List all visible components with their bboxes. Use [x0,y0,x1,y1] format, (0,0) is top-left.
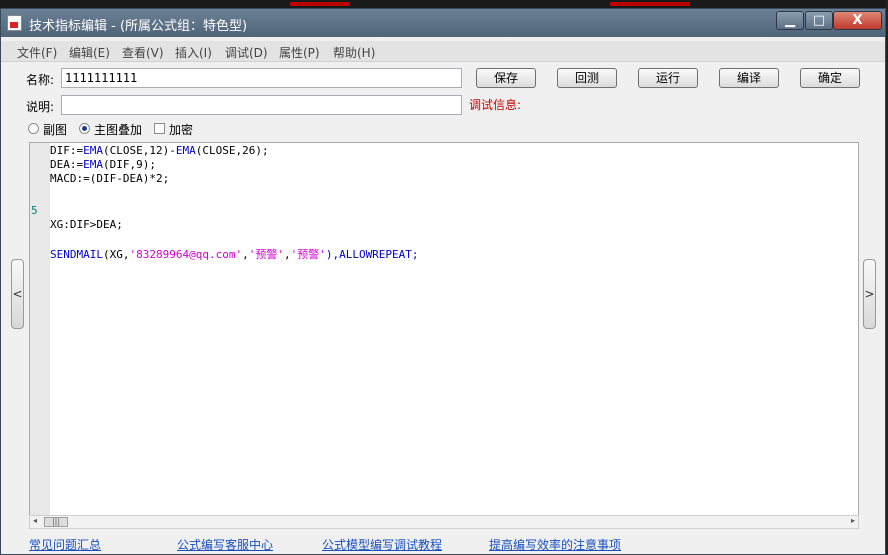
faq-link[interactable]: 常见问题汇总 [29,536,101,553]
debug-info-label: 调试信息: [469,98,522,112]
run-button[interactable]: 运行 [638,68,698,88]
code-line: DEA:=EMA(DIF,9); [50,158,156,171]
background-red-text [290,2,350,6]
close-button[interactable]: X [833,11,882,30]
compile-button[interactable]: 编译 [719,68,779,88]
name-label: 名称: [26,73,55,87]
expand-right-icon[interactable]: > [863,259,876,329]
code-line: XG:DIF>DEA; [50,218,123,231]
code-line: DIF:=EMA(CLOSE,12)-EMA(CLOSE,26); [50,144,269,157]
line-gutter [30,143,50,527]
line-number: 5 [31,204,38,217]
code-line: MACD:=(DIF-DEA)*2; [50,172,170,185]
description-label: 说明: [26,100,55,114]
tutorial-link[interactable]: 公式模型编写调试教程 [322,536,442,553]
encrypt-label[interactable]: 加密 [169,121,193,138]
menu-debug[interactable]: 调试(D) [225,44,268,61]
save-button[interactable]: 保存 [476,68,536,88]
menu-bar: 文件(F) 编辑(E) 查看(V) 插入(I) 调试(D) 属性(P) 帮助(H… [1,41,885,62]
scroll-left-arrow-icon[interactable]: ◂ [33,516,37,525]
menu-file[interactable]: 文件(F) [17,44,57,61]
main-overlay-label[interactable]: 主图叠加 [94,121,142,138]
scroll-right-arrow-icon[interactable]: ▸ [851,516,855,525]
sub-chart-label[interactable]: 副图 [43,121,67,138]
description-input[interactable] [61,95,462,115]
menu-view[interactable]: 查看(V) [122,44,164,61]
efficiency-tips-link[interactable]: 提高编写效率的注意事项 [489,536,621,553]
menu-help[interactable]: 帮助(H) [333,44,375,61]
menu-insert[interactable]: 插入(I) [175,44,212,61]
horizontal-scrollbar[interactable]: ◂ ||| ▸ [29,515,859,529]
background-red-text [610,2,690,6]
code-line: SENDMAIL(XG,'83289964@qq.com','预警','预警')… [50,248,419,261]
support-center-link[interactable]: 公式编写客服中心 [177,536,273,553]
ok-button[interactable]: 确定 [800,68,860,88]
background-app-strip [0,0,888,8]
name-input[interactable]: 1111111111 [61,68,462,88]
encrypt-checkbox[interactable] [154,123,165,134]
title-bar[interactable]: 技术指标编辑 - (所属公式组：特色型) ▁ □ X [1,9,885,37]
scroll-thumb[interactable]: ||| [44,517,68,527]
main-overlay-radio[interactable] [79,123,90,134]
maximize-button[interactable]: □ [805,11,833,30]
collapse-left-icon[interactable]: < [11,259,24,329]
minimize-button[interactable]: ▁ [776,11,804,30]
rollback-button[interactable]: 回测 [557,68,617,88]
sub-chart-radio[interactable] [28,123,39,134]
menu-properties[interactable]: 属性(P) [279,44,320,61]
menu-edit[interactable]: 编辑(E) [69,44,110,61]
window-title: 技术指标编辑 - (所属公式组：特色型) [29,19,248,34]
app-icon [7,15,22,31]
formula-editor-window: 技术指标编辑 - (所属公式组：特色型) ▁ □ X 文件(F) 编辑(E) 查… [0,8,886,555]
code-editor[interactable]: DIF:=EMA(CLOSE,12)-EMA(CLOSE,26); DEA:=E… [29,142,859,528]
